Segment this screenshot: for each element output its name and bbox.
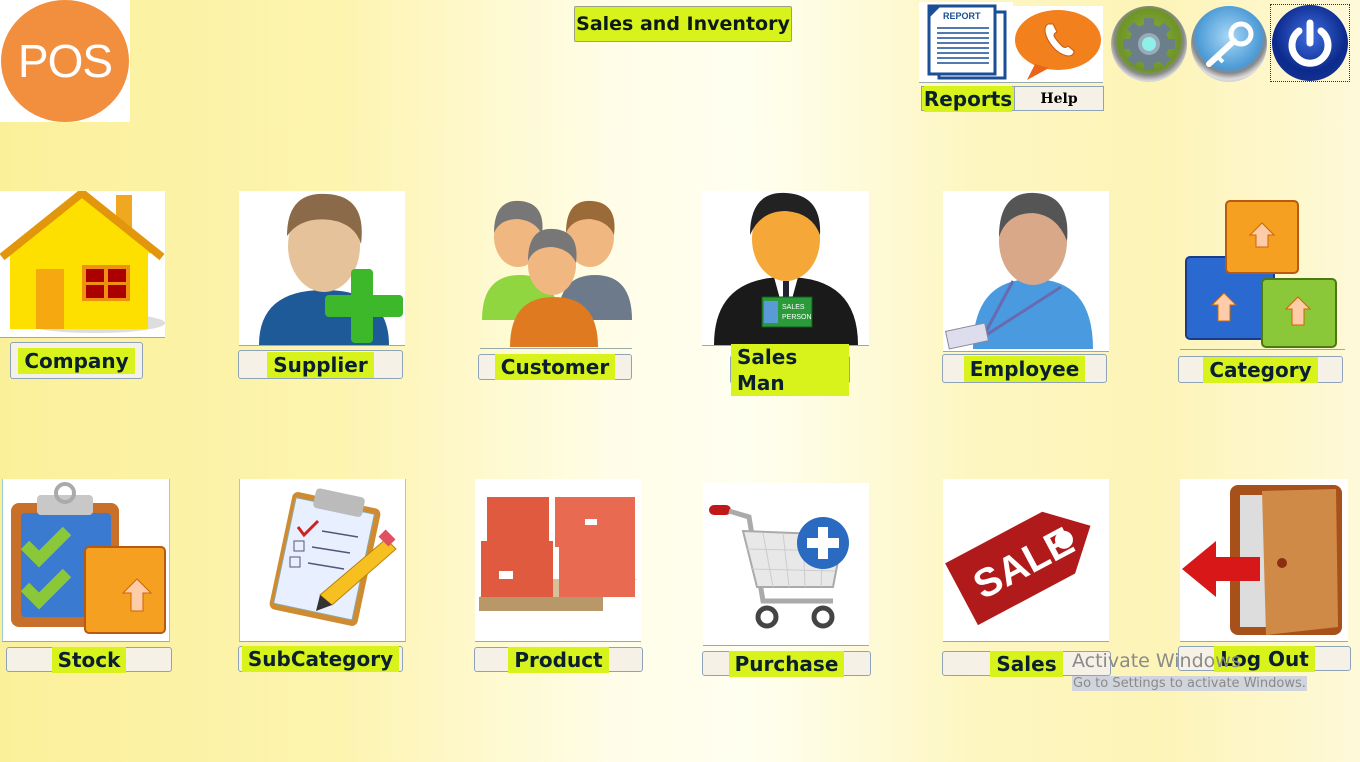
salesman-tile[interactable]: SALES PERSON [702, 191, 869, 346]
company-button[interactable]: Company [10, 342, 143, 379]
pallet-boxes-icon [479, 497, 637, 611]
user-add-icon [259, 193, 403, 345]
salesman-button[interactable]: Sales Man [730, 343, 850, 396]
pos-logo-text: POS [1, 0, 129, 122]
category-tile[interactable] [1180, 197, 1345, 350]
activate-windows-subtitle: Go to Settings to activate Windows. [1072, 676, 1307, 691]
svg-text:REPORT: REPORT [943, 11, 981, 21]
customer-button[interactable]: Customer [478, 354, 632, 380]
sales-tile[interactable]: SALE [943, 479, 1109, 642]
reports-label-button[interactable]: Reports [921, 85, 1015, 112]
sales-label: Sales [990, 650, 1063, 677]
power-button[interactable] [1270, 4, 1350, 82]
stock-label: Stock [51, 646, 127, 673]
subcategory-button[interactable]: SubCategory [238, 646, 403, 672]
supplier-button[interactable]: Supplier [238, 350, 403, 379]
gear-icon [1123, 18, 1175, 70]
clipboard-box-icon [11, 482, 166, 634]
product-tile[interactable] [475, 479, 641, 642]
salesman-label: Sales Man [731, 343, 849, 396]
exit-door-icon [1182, 485, 1342, 635]
stock-button[interactable]: Stock [6, 646, 172, 673]
svg-text:PERSON: PERSON [782, 314, 812, 321]
logout-tile[interactable] [1180, 479, 1348, 642]
subcategory-label: SubCategory [241, 646, 400, 672]
supplier-tile[interactable] [239, 191, 405, 346]
users-group-icon [482, 200, 632, 347]
purchase-label: Purchase [728, 650, 845, 677]
employee-icon [944, 192, 1093, 350]
employee-tile[interactable] [943, 191, 1109, 352]
app-title: Sales and Inventory [574, 6, 792, 42]
svg-text:SALES: SALES [782, 304, 805, 311]
power-icon [1288, 19, 1332, 67]
pos-logo: POS [0, 0, 130, 122]
stock-tile[interactable] [2, 479, 170, 642]
help-icon-button[interactable] [1013, 6, 1103, 83]
employee-label: Employee [963, 355, 1086, 382]
purchase-tile[interactable] [703, 483, 869, 646]
customer-label: Customer [494, 354, 616, 380]
key-icon [1206, 21, 1254, 67]
category-button[interactable]: Category [1178, 356, 1343, 383]
cart-add-icon [709, 505, 849, 629]
phone-bubble-icon [1015, 10, 1101, 80]
reports-label: Reports [923, 85, 1013, 112]
supplier-label: Supplier [267, 351, 374, 378]
category-label: Category [1203, 356, 1318, 383]
help-button[interactable]: Help [1014, 86, 1104, 111]
change-password-button[interactable] [1191, 6, 1267, 82]
activate-windows-title: Activate Windows [1072, 650, 1241, 672]
power-button-face [1272, 5, 1348, 81]
customer-tile[interactable] [480, 195, 632, 349]
clipboard-pencil-icon [269, 488, 397, 626]
salesperson-icon: SALES PERSON [714, 192, 858, 345]
reports-button[interactable]: REPORT [919, 2, 1013, 83]
purchase-button[interactable]: Purchase [702, 650, 871, 677]
product-label: Product [508, 646, 609, 673]
house-icon [0, 191, 165, 333]
boxes-icon [1185, 200, 1337, 348]
sale-tag-icon: SALE [945, 511, 1091, 626]
report-icon: REPORT [927, 4, 1007, 80]
help-label: Help [1040, 90, 1078, 107]
settings-button[interactable] [1111, 6, 1187, 82]
company-tile[interactable] [0, 191, 165, 338]
subcategory-tile[interactable] [239, 479, 406, 642]
product-button[interactable]: Product [474, 646, 643, 673]
company-label: Company [18, 347, 135, 374]
employee-button[interactable]: Employee [942, 354, 1107, 383]
